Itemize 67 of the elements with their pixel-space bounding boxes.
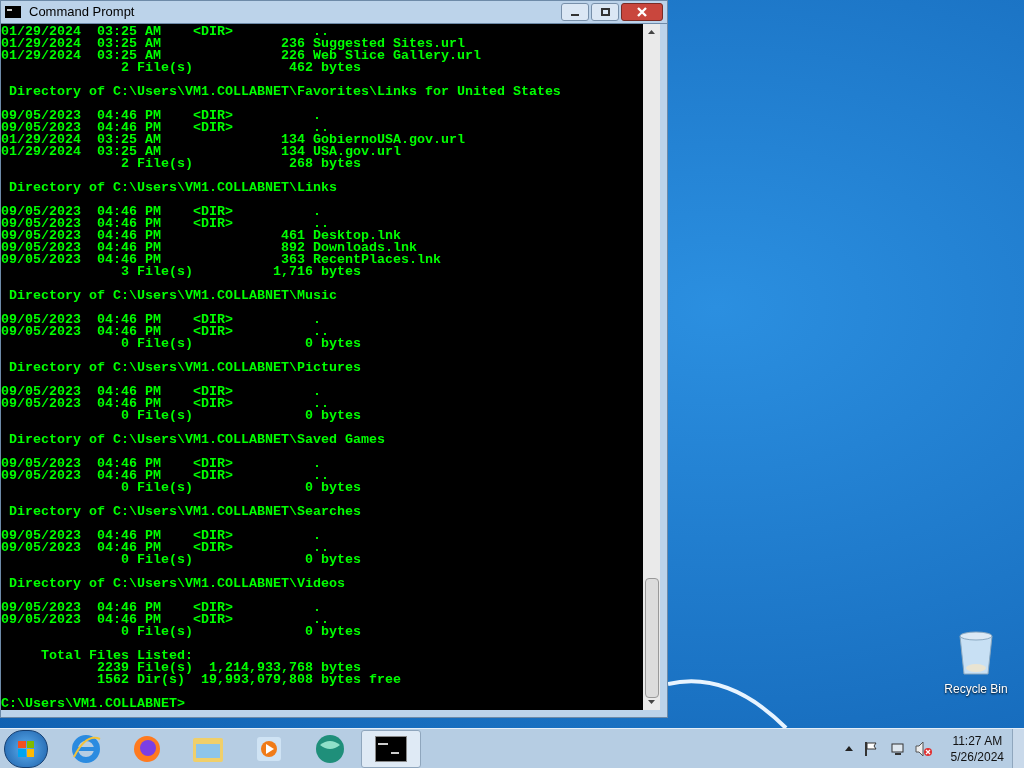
directory-header: Directory of C:\Users\VM1.COLLABNET\Music: [8, 290, 338, 302]
show-hidden-icon[interactable]: [844, 746, 853, 751]
file-entry: 01/29/2024 03:25 AM 226 Web Slice Gallery.url: [1, 50, 482, 62]
file-entry: 09/05/2023 04:46 PM <DIR> ..: [1, 614, 329, 626]
directory-summary: 2 File(s) 268 bytes: [119, 158, 361, 170]
browser-e-icon: [70, 732, 102, 765]
file-entry: 01/29/2024 03:25 AM <DIR> ..: [1, 26, 329, 38]
scrollbar[interactable]: [643, 24, 660, 710]
windows-logo-icon: [18, 740, 34, 757]
directory-header: Directory of C:\Users\VM1.COLLABNET\Saved Games: [8, 434, 386, 446]
directory-summary: 3 File(s) 1,716 bytes: [119, 266, 362, 278]
directory-summary: 0 File(s) 0 bytes: [119, 482, 362, 494]
file-entry: 09/05/2023 04:46 PM <DIR> .: [1, 458, 322, 470]
file-entry: 09/05/2023 04:46 PM <DIR> ..: [1, 122, 329, 134]
scroll-thumb[interactable]: [644, 578, 659, 698]
scroll-up-icon: [648, 30, 655, 34]
file-entry: 09/05/2023 04:46 PM <DIR> .: [1, 314, 322, 326]
directory-summary: 0 File(s) 0 bytes: [119, 626, 362, 638]
directory-header: Directory of C:\Users\VM1.COLLABNET\Searches: [8, 506, 362, 518]
trash-bin-icon[interactable]: [957, 630, 995, 676]
file-entry: 01/29/2024 03:25 AM 134 USA.gov.url: [1, 146, 401, 158]
total-label: Total Files Listed:: [40, 650, 194, 662]
file-entry: 01/29/2024 03:25 AM 134 GobiernoUSA.gov.url: [1, 134, 466, 146]
file-entry: 09/05/2023 04:46 PM <DIR> ..: [1, 542, 329, 554]
file-entry: 09/05/2023 04:46 PM <DIR> ..: [1, 218, 329, 230]
total-line: 2239 File(s) 1,214,933,768 bytes: [95, 662, 362, 674]
clock-date[interactable]: 5/26/2024: [950, 748, 1004, 765]
window-title: Command Prompt: [29, 3, 135, 22]
command-prompt[interactable]: C:\Users\VM1.COLLABNET>: [1, 698, 643, 710]
file-entry: 01/29/2024 03:25 AM 236 Suggested Sites.url: [1, 38, 465, 50]
file-entry: 09/05/2023 04:46 PM 461 Desktop.lnk: [1, 230, 401, 242]
file-entry: 09/05/2023 04:46 PM 363 RecentPlaces.lnk: [1, 254, 442, 266]
file-entry: 09/05/2023 04:46 PM <DIR> ..: [1, 470, 329, 482]
speaker-muted-icon[interactable]: [914, 740, 933, 757]
close-icon: [637, 7, 647, 17]
file-entry: 09/05/2023 04:46 PM <DIR> .: [1, 602, 322, 614]
directory-header: Directory of C:\Users\VM1.COLLABNET\Favorites\Links for United States: [8, 86, 562, 98]
directory-summary: 0 File(s) 0 bytes: [119, 338, 362, 350]
file-entry: 09/05/2023 04:46 PM <DIR> .: [1, 110, 322, 122]
file-entry: 09/05/2023 04:46 PM <DIR> .: [1, 206, 322, 218]
file-entry: 09/05/2023 04:46 PM <DIR> .: [1, 386, 322, 398]
file-entry: 09/05/2023 04:46 PM <DIR> ..: [1, 326, 329, 338]
directory-header: Directory of C:\Users\VM1.COLLABNET\Pictures: [8, 362, 362, 374]
restore-button[interactable]: [591, 3, 619, 21]
directory-summary: 0 File(s) 0 bytes: [119, 554, 362, 566]
directory-summary: 2 File(s) 462 bytes: [119, 62, 362, 74]
terminal-icon: [375, 735, 407, 762]
restore-icon: [600, 8, 610, 16]
desktop-icon-label[interactable]: Recycle Bin: [944, 680, 1008, 698]
directory-summary: 0 File(s) 0 bytes: [119, 410, 362, 422]
globe-icon: [314, 732, 346, 765]
file-entry: 09/05/2023 04:46 PM <DIR> .: [1, 530, 322, 542]
file-entry: 09/05/2023 04:46 PM <DIR> ..: [1, 398, 329, 410]
scroll-down-icon: [648, 700, 655, 704]
directory-header: Directory of C:\Users\VM1.COLLABNET\Videos: [8, 578, 346, 590]
minimize-button[interactable]: [561, 3, 589, 21]
total-line: 1562 Dir(s) 19,993,079,808 bytes free: [95, 674, 402, 686]
close-button[interactable]: [621, 3, 663, 21]
taskbar-app-button[interactable]: [361, 729, 421, 768]
start-button[interactable]: [4, 729, 48, 768]
flag-icon[interactable]: [862, 740, 879, 757]
file-entry: 09/05/2023 04:46 PM 892 Downloads.lnk: [1, 242, 417, 254]
clock-time[interactable]: 11:27 AM: [952, 732, 1003, 749]
network-icon[interactable]: [888, 740, 905, 757]
terminal-icon: [5, 6, 21, 18]
minimize-icon: [571, 14, 579, 16]
directory-header: Directory of C:\Users\VM1.COLLABNET\Links: [8, 182, 338, 194]
